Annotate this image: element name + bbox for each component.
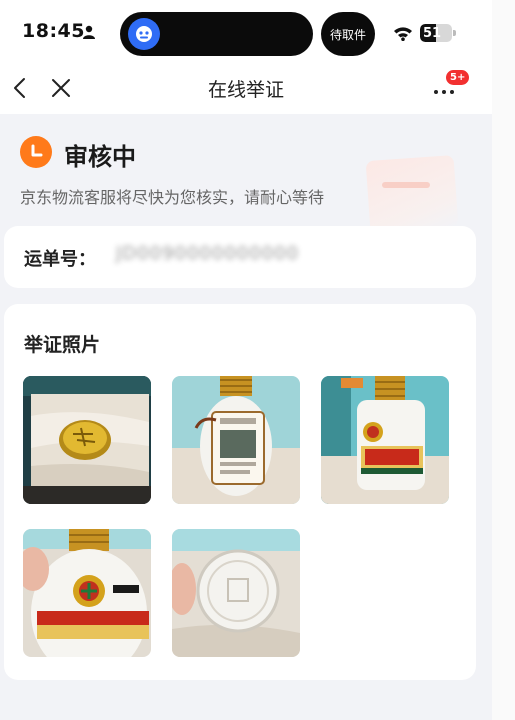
battery-level: 51: [422, 25, 442, 41]
battery-icon: 51: [420, 24, 452, 42]
clock: 18:45: [22, 20, 85, 42]
page-title: 在线举证: [207, 78, 284, 101]
review-status-title: 审核中: [64, 143, 136, 171]
gift-box-lid-photo: [23, 376, 151, 504]
nav-bar: 在线举证 5+: [0, 62, 492, 114]
pending-icon: [20, 136, 52, 168]
bottle-neck-closeup-photo: [23, 529, 151, 657]
evidence-photo-2[interactable]: [172, 376, 300, 504]
evidence-photos-card: 举证照片: [4, 304, 476, 680]
app-screen: 18:45 待取件 51 在线举证 5+ 审核中 京东物流客服将尽快为您核实，请…: [0, 0, 492, 720]
evidence-photo-3[interactable]: [321, 376, 449, 504]
evidence-photo-1[interactable]: [23, 376, 151, 504]
bottle-back-label-photo: [172, 376, 300, 504]
pickup-status-pill[interactable]: 待取件: [321, 12, 375, 56]
evidence-photo-5[interactable]: [172, 529, 300, 657]
decorative-card-line: [382, 182, 430, 188]
waybill-label: 运单号：: [24, 249, 96, 270]
robot-icon: [136, 26, 152, 42]
wifi-icon: [394, 27, 412, 41]
bottle-base-photo: [172, 529, 300, 657]
decorative-card: [365, 155, 459, 233]
waybill-card: 运单号： JD0090000000000: [4, 226, 476, 288]
waybill-number[interactable]: JD0090000000000: [116, 243, 299, 264]
close-icon[interactable]: [50, 77, 72, 99]
review-status-description: 京东物流客服将尽快为您核实，请耐心等待: [20, 188, 325, 207]
clock-icon: [31, 144, 43, 157]
app-activity-icon[interactable]: [128, 18, 160, 50]
person-icon: [83, 25, 95, 39]
evidence-photo-4[interactable]: [23, 529, 151, 657]
back-icon[interactable]: [10, 76, 32, 100]
evidence-photos-title: 举证照片: [24, 334, 101, 356]
status-bar: 18:45 待取件 51: [0, 0, 492, 62]
notification-badge: 5+: [446, 70, 470, 85]
screen-edge: [492, 0, 515, 720]
dynamic-island[interactable]: [120, 12, 313, 56]
bottle-front-label-photo: [321, 376, 449, 504]
battery-tip: [453, 30, 456, 36]
